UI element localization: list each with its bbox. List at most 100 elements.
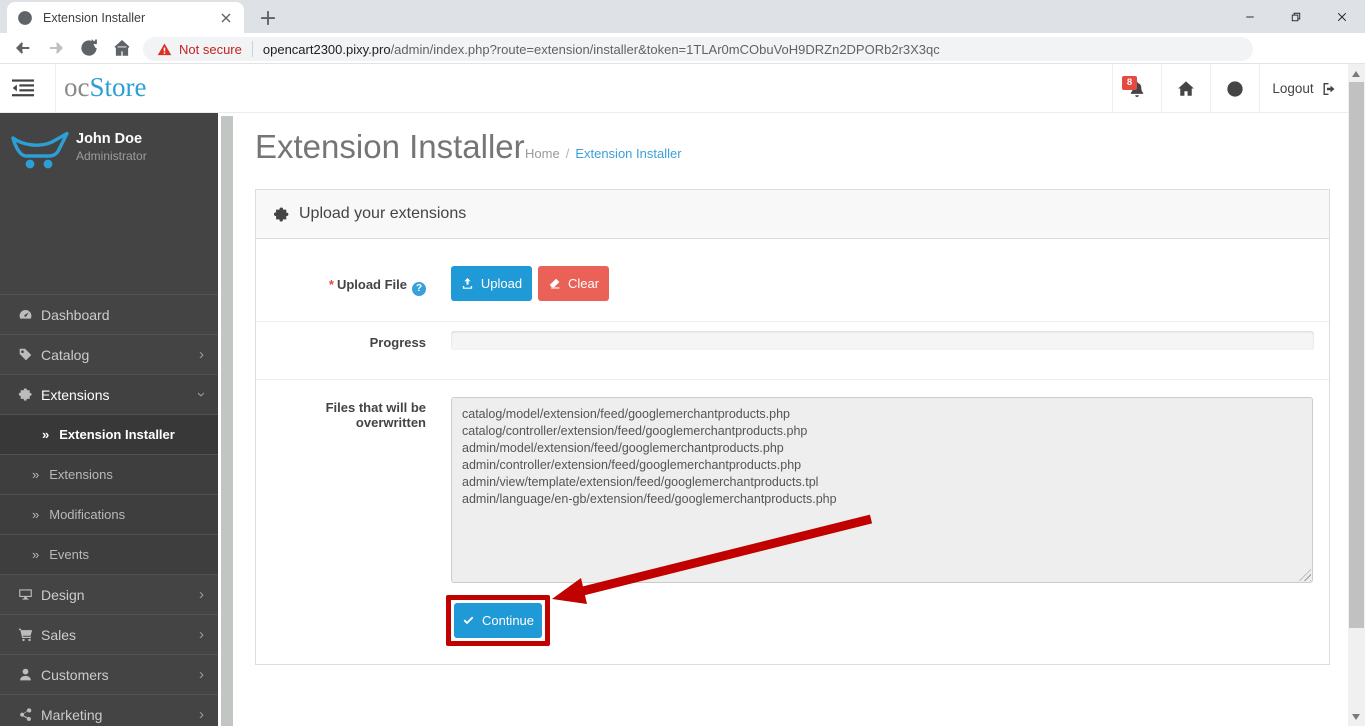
reload-button[interactable] (79, 38, 99, 58)
upload-panel: Upload your extensions * Upload File? Upl… (255, 189, 1330, 665)
files-overwritten-label: Files that will be overwritten (325, 400, 426, 430)
breadcrumb-current[interactable]: Extension Installer (575, 146, 681, 161)
not-secure-label[interactable]: Not secure (179, 42, 242, 57)
user-role: Administrator (76, 149, 147, 163)
sidebar-item-customers[interactable]: Customers › (0, 654, 218, 694)
puzzle-icon (18, 387, 33, 402)
submenu-item-extension-installer[interactable]: » Extension Installer (0, 414, 218, 454)
globe-favicon-icon (17, 10, 33, 26)
double-angle-icon: » (32, 507, 40, 522)
help-tooltip-icon[interactable]: ? (412, 282, 426, 296)
sidebar-scrollbar (221, 116, 233, 726)
sidebar-item-label: Customers (41, 666, 109, 683)
url-path: /admin/index.php?route=extension/install… (390, 41, 940, 57)
browser-tab-strip: Extension Installer (0, 0, 1365, 33)
not-secure-warning-icon[interactable] (157, 42, 172, 57)
screen: Extension Installer Not secure opencart2… (0, 0, 1365, 726)
files-overwritten-textarea[interactable] (451, 397, 1313, 583)
share-icon (18, 707, 33, 722)
browser-tab[interactable]: Extension Installer (7, 2, 244, 33)
sidebar-scrollbar-thumb[interactable] (221, 116, 233, 726)
window-scrollbar[interactable] (1348, 64, 1365, 726)
double-angle-icon: » (32, 467, 40, 482)
submenu-item-modifications[interactable]: » Modifications (0, 494, 218, 534)
window-restore-button[interactable] (1273, 0, 1319, 33)
window-controls (1227, 0, 1365, 33)
breadcrumb: Home / Extension Installer (525, 146, 682, 161)
url-host: opencart2300.pixy.pro (262, 41, 391, 57)
eraser-icon (548, 277, 561, 290)
double-angle-icon: » (32, 547, 40, 562)
puzzle-icon (273, 206, 290, 223)
sidebar-menu: Dashboard Catalog › Extensions › » Extension I… (0, 294, 218, 726)
upload-file-label: * Upload File? (256, 277, 426, 296)
logout-button[interactable]: Logout (1259, 64, 1349, 113)
tab-title: Extension Installer (43, 10, 146, 25)
sidebar-item-extensions[interactable]: Extensions › (0, 374, 218, 414)
header-divider (55, 64, 56, 113)
required-marker: * (328, 277, 334, 292)
submenu-item-extensions[interactable]: » Extensions (0, 454, 218, 494)
sidebar-item-label: Modifications (49, 507, 126, 522)
submenu-item-events[interactable]: » Events (0, 534, 218, 574)
cart-logo-icon (10, 124, 72, 170)
ocstore-logo[interactable]: ocStore (64, 72, 146, 103)
addressbar-divider (251, 41, 253, 57)
cart-icon (18, 627, 33, 642)
chevron-right-icon: › (199, 586, 204, 603)
help-button[interactable] (1210, 64, 1259, 113)
breadcrumb-separator: / (565, 146, 570, 161)
sidebar-item-sales[interactable]: Sales › (0, 614, 218, 654)
notification-badge: 8 (1122, 76, 1137, 90)
forward-button[interactable] (46, 38, 66, 58)
browser-home-button[interactable] (112, 38, 132, 58)
row-separator (256, 379, 1329, 380)
browser-toolbar: Not secure opencart2300.pixy.pro/admin/i… (0, 33, 1365, 94)
clear-button[interactable]: Clear (538, 266, 609, 301)
sidebar-item-label: Design (41, 586, 85, 603)
user-profile: John Doe Administrator (0, 113, 218, 181)
chevron-right-icon: › (199, 346, 204, 363)
upload-button[interactable]: Upload (451, 266, 532, 301)
page-title: Extension Installer (255, 128, 525, 165)
sidebar-item-catalog[interactable]: Catalog › (0, 334, 218, 374)
window-close-button[interactable] (1319, 0, 1365, 33)
storefront-home-button[interactable] (1161, 64, 1210, 113)
scroll-up-icon[interactable] (1352, 71, 1360, 77)
check-icon (462, 614, 475, 627)
row-separator (256, 321, 1329, 322)
continue-button[interactable]: Continue (454, 603, 542, 638)
chevron-right-icon: › (199, 626, 204, 643)
sidebar-item-design[interactable]: Design › (0, 574, 218, 614)
tab-close-icon[interactable] (218, 10, 234, 26)
annotation-highlight-box: Continue (446, 595, 550, 646)
home-icon (1177, 80, 1195, 98)
progress-bar (451, 331, 1314, 350)
scroll-down-icon[interactable] (1352, 714, 1360, 720)
window-minimize-button[interactable] (1227, 0, 1273, 33)
sidebar-item-label: Extensions (49, 467, 113, 482)
chevron-right-icon: › (199, 706, 204, 723)
user-name: John Doe (76, 131, 143, 147)
tag-icon (18, 347, 33, 362)
sidebar-item-label: Marketing (41, 706, 103, 723)
panel-title: Upload your extensions (299, 205, 467, 222)
monitor-icon (18, 587, 33, 602)
back-button[interactable] (13, 38, 33, 58)
sidebar-item-dashboard[interactable]: Dashboard (0, 294, 218, 334)
address-bar[interactable]: Not secure opencart2300.pixy.pro/admin/i… (143, 37, 1253, 61)
sidebar-item-marketing[interactable]: Marketing › (0, 694, 218, 726)
sidebar-item-label: Events (49, 547, 89, 562)
main-content: Extension Installer Home / Extension Insta… (233, 113, 1348, 726)
new-tab-button[interactable] (258, 8, 278, 28)
double-angle-icon: » (42, 427, 50, 442)
breadcrumb-home[interactable]: Home (525, 146, 560, 161)
progress-label: Progress (369, 335, 426, 350)
gauge-icon (18, 307, 33, 322)
admin-header: ocStore 8 Logout (0, 64, 1365, 113)
window-scrollbar-thumb[interactable] (1349, 82, 1364, 628)
sidebar-item-label: Extensions (41, 386, 110, 403)
life-ring-icon (1226, 80, 1244, 98)
sidebar-toggle-icon[interactable] (12, 79, 34, 97)
logout-label: Logout (1272, 81, 1314, 96)
